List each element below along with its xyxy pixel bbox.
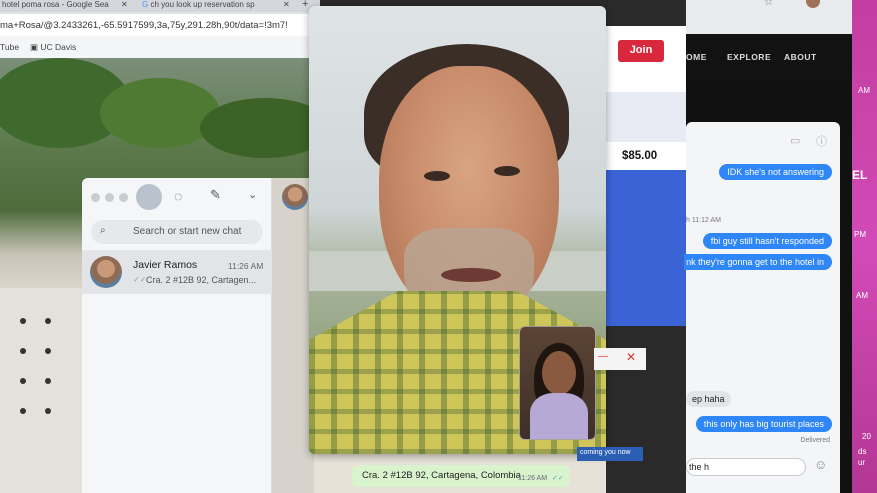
self-body bbox=[530, 393, 588, 439]
address-bar[interactable]: ma+Rosa/@3.2433261,-65.5917599,3a,75y,29… bbox=[0, 14, 320, 36]
nav-about[interactable]: ABOUT bbox=[784, 52, 817, 62]
site-toolbar: ☆ bbox=[686, 0, 852, 34]
desktop-background: AM EL PM AM 20 ds ur bbox=[852, 0, 877, 493]
chat-preview: Cra. 2 #12B 92, Cartagen... bbox=[146, 275, 257, 285]
window-zoom-button[interactable] bbox=[119, 193, 128, 202]
bookmark-icon: ▣ bbox=[30, 42, 39, 52]
close-icon[interactable]: ✕ bbox=[626, 350, 636, 364]
desktop-text: ur bbox=[858, 458, 866, 467]
self-view-thumbnail[interactable] bbox=[519, 326, 596, 440]
contact-avatar[interactable] bbox=[282, 184, 308, 210]
timestamp: h 11:12 AM bbox=[686, 217, 721, 224]
payment-window: Join s: $85.00 bbox=[600, 26, 686, 326]
bookmark-uc-davis[interactable]: ▣ UC Davis bbox=[30, 42, 76, 53]
video-call-icon[interactable]: ▭ bbox=[790, 134, 800, 147]
nav-explore[interactable]: EXPLORE bbox=[727, 52, 771, 62]
payment-header: Join bbox=[606, 26, 686, 92]
building-wall bbox=[0, 288, 82, 493]
read-receipt-icon: ✓✓ bbox=[133, 275, 147, 284]
door-studs bbox=[20, 318, 26, 324]
messaging-window: ◌ ✎ ⌄ Search or start new chat ⌕ Javier … bbox=[82, 178, 314, 493]
site-nav: OME EXPLORE ABOUT bbox=[686, 34, 852, 78]
video-call-window[interactable] bbox=[309, 6, 606, 454]
message-bubble: nk they're gonna get to the hotel in bbox=[684, 254, 832, 270]
incoming-bubble: ep haha bbox=[686, 391, 731, 407]
contact-name: Javier Ramos bbox=[133, 259, 198, 271]
chat-header bbox=[272, 178, 314, 493]
chat-list-sidebar: ◌ ✎ ⌄ Search or start new chat ⌕ Javier … bbox=[82, 178, 272, 493]
imessage-window: ▭ ⓘ IDK she's not answering h 11:12 AM f… bbox=[684, 122, 840, 493]
chat-time: 11:26 AM bbox=[228, 261, 264, 271]
caller-eye bbox=[494, 166, 520, 176]
foliage bbox=[100, 78, 220, 148]
profile-avatar[interactable] bbox=[806, 0, 820, 8]
message-compose-field[interactable]: the h bbox=[686, 458, 806, 476]
star-icon[interactable]: ☆ bbox=[764, 0, 773, 8]
desktop-text: EL bbox=[852, 168, 868, 182]
delivered-status: Delivered bbox=[800, 437, 830, 444]
chat-list-item[interactable]: Javier Ramos 11:26 AM ✓✓ Cra. 2 #12B 92,… bbox=[82, 250, 272, 294]
nav-home[interactable]: OME bbox=[686, 52, 707, 62]
emoji-icon[interactable]: ☺ bbox=[814, 457, 827, 472]
self-face bbox=[542, 351, 576, 395]
close-tab-icon[interactable]: ✕ bbox=[283, 0, 290, 9]
window-minimize-button[interactable] bbox=[105, 193, 114, 202]
caller-eye bbox=[424, 171, 450, 181]
message-bubble: this only has big tourist places bbox=[695, 416, 832, 432]
browser-tab[interactable]: G ch you look up reservation sp bbox=[142, 0, 262, 12]
notice-banner: coming you now bbox=[577, 447, 643, 461]
minimize-icon[interactable]: — bbox=[598, 351, 608, 362]
read-receipt-icon: ✓✓ bbox=[552, 475, 564, 482]
status-icon[interactable]: ◌ bbox=[174, 188, 182, 204]
join-button[interactable]: Join bbox=[618, 40, 664, 62]
desktop-text: AM bbox=[856, 291, 868, 300]
google-icon: G bbox=[142, 0, 149, 9]
window-controls: — ✕ bbox=[594, 348, 646, 370]
bookmarks-bar: Tube ▣ UC Davis bbox=[0, 36, 320, 58]
bookmark-youtube[interactable]: Tube bbox=[0, 42, 19, 52]
desktop-text: PM bbox=[854, 230, 866, 239]
price-row: s: $85.00 bbox=[600, 142, 686, 170]
browser-tab[interactable]: hotel poma rosa - Google Sea bbox=[2, 0, 122, 12]
message-time: 11:26 AM bbox=[518, 475, 548, 482]
message-bubble: fbi guy still hasn't responded bbox=[702, 233, 832, 249]
profile-avatar[interactable] bbox=[136, 184, 162, 210]
caller-mouth bbox=[441, 268, 501, 282]
payment-band bbox=[606, 92, 686, 142]
price-value: $85.00 bbox=[622, 150, 658, 162]
message-bubble: IDK she's not answering bbox=[719, 164, 832, 180]
message-text: Cra. 2 #12B 92, Cartagena, Colombia bbox=[362, 470, 521, 481]
search-input[interactable]: Search or start new chat bbox=[91, 220, 263, 244]
new-tab-button[interactable]: + bbox=[302, 0, 308, 10]
window-close-button[interactable] bbox=[91, 193, 100, 202]
close-tab-icon[interactable]: ✕ bbox=[121, 0, 128, 9]
desktop-text: AM bbox=[858, 86, 870, 95]
sent-message-bubble: Cra. 2 #12B 92, Cartagena, Colombia 11:2… bbox=[352, 465, 570, 487]
chevron-down-icon[interactable]: ⌄ bbox=[248, 188, 257, 201]
contact-avatar bbox=[90, 256, 122, 288]
desktop-text: ds bbox=[858, 447, 867, 456]
foliage bbox=[200, 98, 320, 158]
desktop-text: 20 bbox=[862, 432, 871, 441]
info-icon[interactable]: ⓘ bbox=[816, 133, 827, 149]
new-chat-icon[interactable]: ✎ bbox=[210, 187, 221, 203]
browser-tab-strip: hotel poma rosa - Google Sea ✕ G ch you … bbox=[0, 0, 320, 12]
search-icon: ⌕ bbox=[100, 225, 106, 236]
